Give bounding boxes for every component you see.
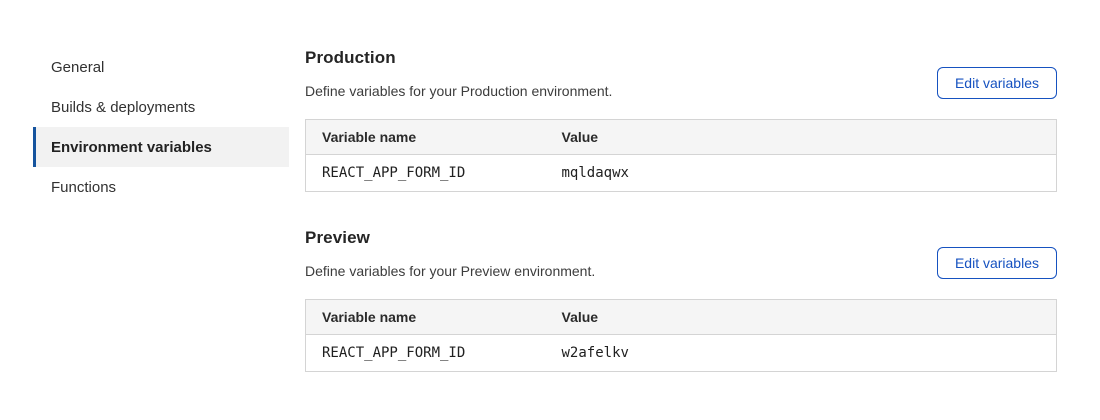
settings-page: General Builds & deployments Environment… xyxy=(0,0,1100,420)
variable-name-column-header: Variable name xyxy=(306,120,546,155)
table-header-row: Variable name Value xyxy=(306,120,1057,155)
sidebar-item-functions[interactable]: Functions xyxy=(33,167,289,207)
production-section-text: Production Define variables for your Pro… xyxy=(305,48,612,99)
environment-variables-panel: Production Define variables for your Pro… xyxy=(305,48,1057,372)
production-section-title: Production xyxy=(305,48,612,68)
preview-section: Preview Define variables for your Previe… xyxy=(305,228,1057,372)
table-row: REACT_APP_FORM_ID w2afelkv xyxy=(306,335,1057,372)
preview-variables-table: Variable name Value REACT_APP_FORM_ID w2… xyxy=(305,299,1057,372)
table-header-row: Variable name Value xyxy=(306,300,1057,335)
sidebar-item-general[interactable]: General xyxy=(33,47,289,87)
table-row: REACT_APP_FORM_ID mqldaqwx xyxy=(306,155,1057,192)
production-section-description: Define variables for your Production env… xyxy=(305,83,612,99)
value-column-header: Value xyxy=(546,120,1057,155)
variable-value-cell: w2afelkv xyxy=(546,335,1057,372)
production-section: Production Define variables for your Pro… xyxy=(305,48,1057,192)
value-column-header: Value xyxy=(546,300,1057,335)
production-edit-variables-button[interactable]: Edit variables xyxy=(937,67,1057,99)
settings-sidebar: General Builds & deployments Environment… xyxy=(33,47,289,207)
preview-edit-variables-button[interactable]: Edit variables xyxy=(937,247,1057,279)
preview-section-text: Preview Define variables for your Previe… xyxy=(305,228,595,279)
sidebar-item-label: Builds & deployments xyxy=(51,99,195,116)
sidebar-item-label: General xyxy=(51,59,104,76)
sidebar-item-label: Environment variables xyxy=(51,139,212,156)
production-section-header: Production Define variables for your Pro… xyxy=(305,48,1057,99)
preview-section-header: Preview Define variables for your Previe… xyxy=(305,228,1057,279)
sidebar-item-builds-deployments[interactable]: Builds & deployments xyxy=(33,87,289,127)
sidebar-item-label: Functions xyxy=(51,179,116,196)
preview-section-title: Preview xyxy=(305,228,595,248)
variable-value-cell: mqldaqwx xyxy=(546,155,1057,192)
sidebar-item-environment-variables[interactable]: Environment variables xyxy=(33,127,289,167)
preview-section-description: Define variables for your Preview enviro… xyxy=(305,263,595,279)
variable-name-column-header: Variable name xyxy=(306,300,546,335)
variable-name-cell: REACT_APP_FORM_ID xyxy=(306,335,546,372)
variable-name-cell: REACT_APP_FORM_ID xyxy=(306,155,546,192)
production-variables-table: Variable name Value REACT_APP_FORM_ID mq… xyxy=(305,119,1057,192)
